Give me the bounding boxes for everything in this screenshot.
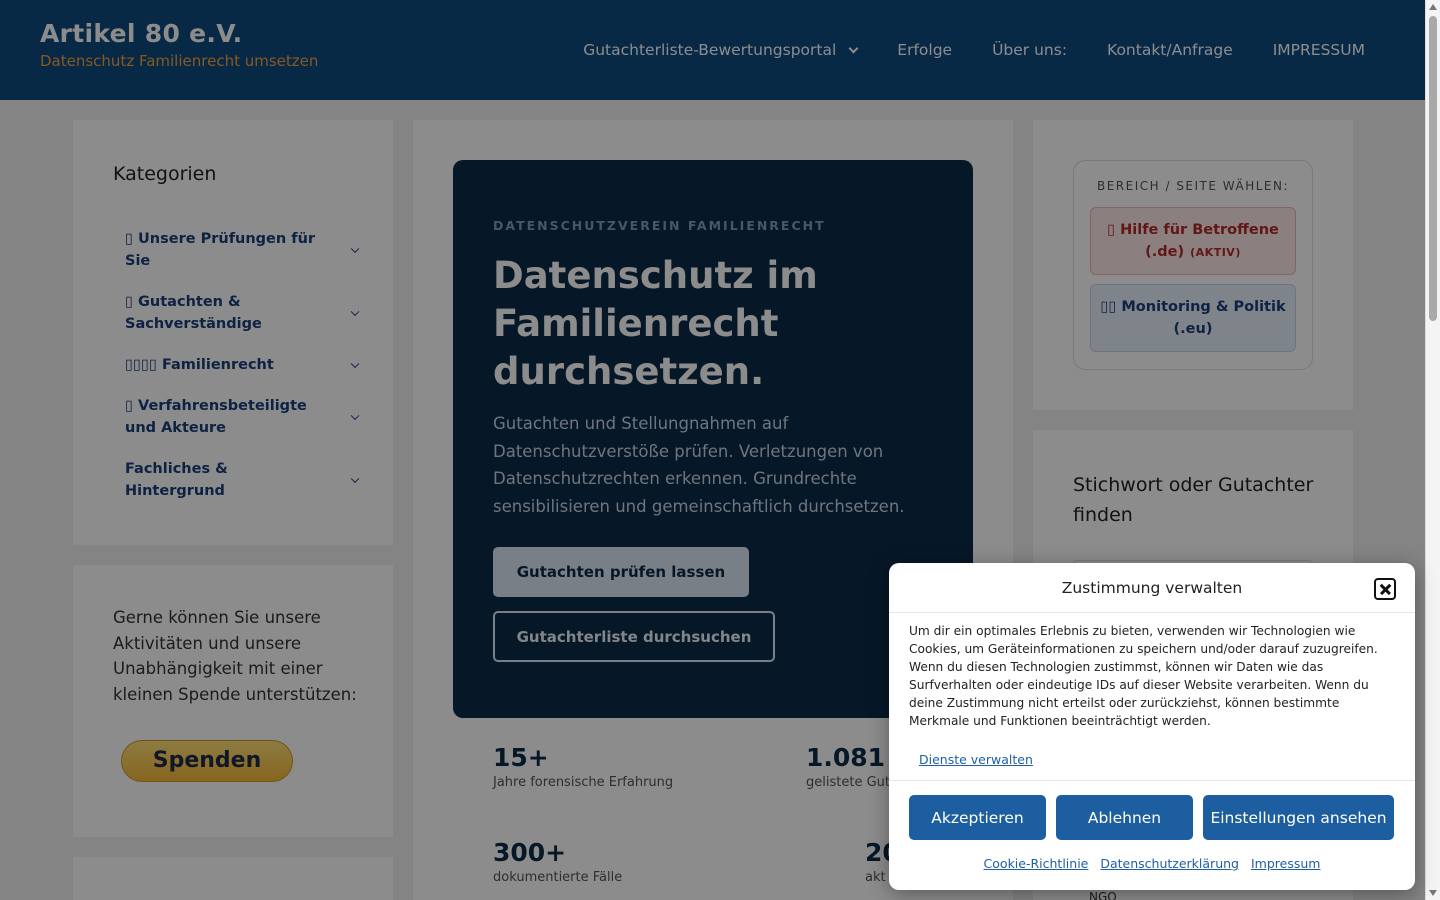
scroll-down-arrow-icon[interactable] [1429,890,1437,896]
consent-dialog: Zustimmung verwalten Um dir ein optimale… [889,563,1415,890]
consent-body: Um dir ein optimales Erlebnis zu bieten,… [909,624,1378,728]
page-scrollbar[interactable] [1425,0,1440,900]
scroll-up-arrow-icon[interactable] [1429,4,1437,10]
view-settings-button[interactable]: Einstellungen ansehen [1203,795,1394,840]
cookie-policy-link[interactable]: Cookie-Richtlinie [984,856,1089,871]
close-icon[interactable] [1374,578,1396,600]
consent-links: Cookie-Richtlinie Datenschutzerklärung I… [889,856,1415,871]
decline-button[interactable]: Ablehnen [1056,795,1193,840]
privacy-policy-link[interactable]: Datenschutzerklärung [1100,856,1239,871]
consent-header: Zustimmung verwalten [889,563,1415,613]
imprint-link[interactable]: Impressum [1251,856,1320,871]
accept-button[interactable]: Akzeptieren [909,795,1046,840]
manage-services-link[interactable]: Dienste verwalten [919,752,1033,767]
divider [889,780,1415,781]
consent-title: Zustimmung verwalten [1061,579,1243,597]
scroll-thumb[interactable] [1429,16,1437,321]
